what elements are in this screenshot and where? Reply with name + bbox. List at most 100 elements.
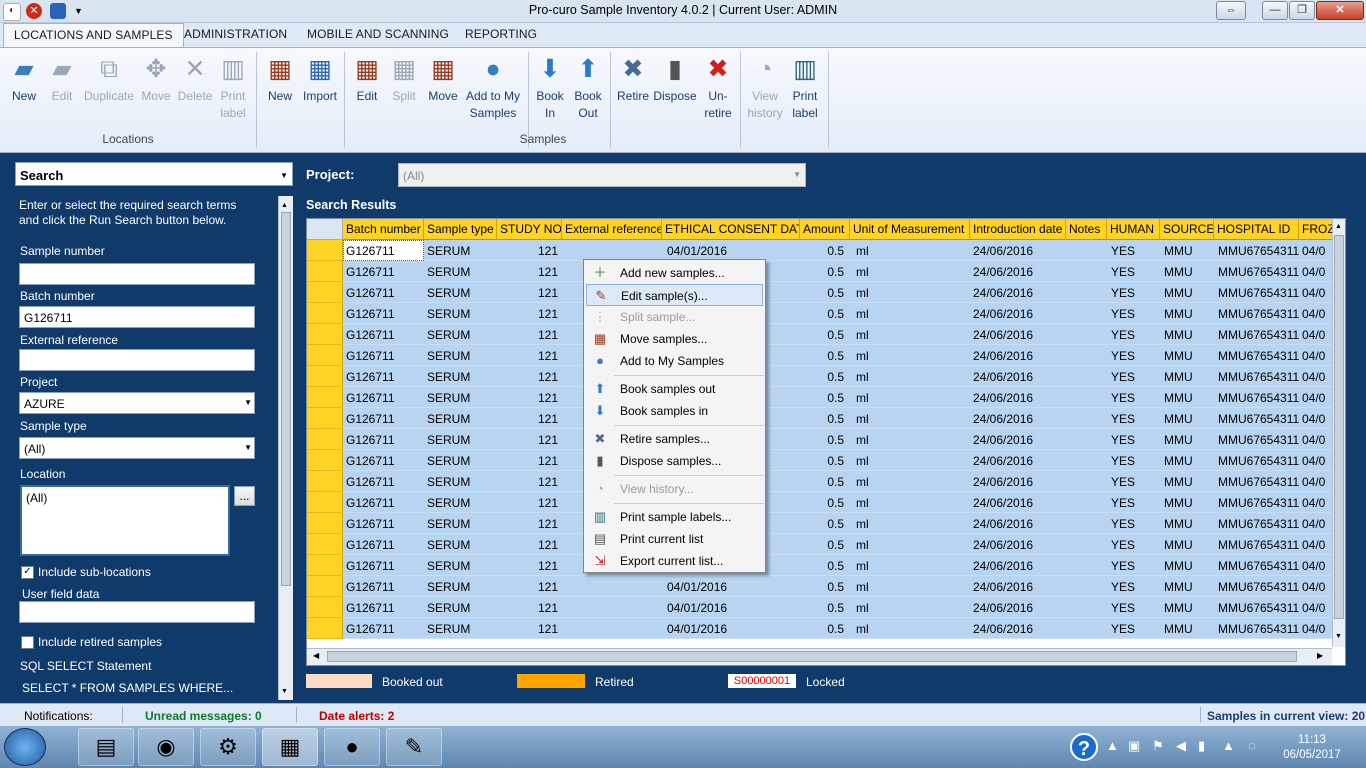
external-reference-input[interactable] (19, 349, 255, 371)
row-selector[interactable] (307, 408, 343, 429)
table-cell[interactable]: MMU (1164, 391, 1214, 405)
table-cell[interactable]: 0.5 (800, 622, 844, 636)
column-header[interactable]: Notes (1066, 219, 1107, 240)
split-button[interactable]: ▦ Split (387, 54, 421, 105)
table-cell[interactable]: YES (1111, 286, 1160, 300)
scroll-down-icon[interactable]: ▼ (1335, 633, 1342, 640)
menu-item[interactable]: ✎ Edit sample(s)... (586, 284, 763, 306)
table-cell[interactable]: MMU67654311 (1218, 622, 1299, 636)
table-cell[interactable]: 24/06/2016 (973, 286, 1065, 300)
drive-icon[interactable]: ▲ (1222, 738, 1235, 753)
include-retired-checkbox[interactable] (21, 636, 34, 649)
table-cell[interactable]: SERUM (427, 622, 496, 636)
table-cell[interactable]: MMU67654311 (1218, 475, 1299, 489)
table-row[interactable]: G126711 SERUM 121 0.5 ml 24/06/2016 YES MMU MMU6… (307, 534, 1345, 555)
table-cell[interactable]: SERUM (427, 265, 496, 279)
table-cell[interactable]: G126711 (346, 286, 423, 300)
table-row[interactable]: G126711 SERUM 121 0.5 ml 24/06/2016 YES MMU MMU6… (307, 366, 1345, 387)
table-cell[interactable]: YES (1111, 265, 1160, 279)
column-header[interactable]: Sample type (424, 219, 497, 240)
table-cell[interactable]: G126711 (346, 517, 423, 531)
table-cell[interactable]: 0.5 (800, 475, 844, 489)
table-cell[interactable]: G126711 (346, 496, 423, 510)
tab-reporting[interactable]: REPORTING (465, 27, 537, 41)
table-row[interactable]: G126711 SERUM 121 0.5 ml 24/06/2016 YES MMU MMU6… (307, 324, 1345, 345)
table-cell[interactable]: 0.5 (800, 538, 844, 552)
table-cell[interactable]: ml (856, 286, 972, 300)
include-sublocations-checkbox[interactable]: ✓ (21, 566, 34, 579)
table-row[interactable]: G126711 SERUM 121 04/01/2016 0.5 ml 24/06/2016… (307, 576, 1345, 597)
table-cell[interactable]: 24/06/2016 (973, 454, 1065, 468)
column-header[interactable]: SOURCE (1160, 219, 1214, 240)
table-cell[interactable]: YES (1111, 538, 1160, 552)
table-cell[interactable]: MMU67654311 (1218, 454, 1299, 468)
table-cell[interactable]: 0.5 (800, 433, 844, 447)
table-row[interactable]: G126711 SERUM 121 0.5 ml 24/06/2016 YES MMU MMU6… (307, 450, 1345, 471)
table-cell[interactable]: 121 (497, 475, 558, 489)
book-out-button[interactable]: ⬆ Book Out (570, 54, 606, 122)
location-move-button[interactable]: ✥ Move (138, 54, 174, 105)
table-cell[interactable]: MMU67654311 (1218, 580, 1299, 594)
minimize-button[interactable]: — (1262, 1, 1288, 20)
table-cell[interactable]: G126711 (346, 601, 423, 615)
paint-icon[interactable]: ✎ (386, 728, 442, 766)
menu-item[interactable]: ▤ Print current list (586, 528, 763, 550)
table-cell[interactable]: MMU (1164, 454, 1214, 468)
search-panel-scrollbar[interactable]: ▲ ▼ (278, 196, 293, 700)
sample-number-input[interactable] (19, 263, 255, 285)
maximize-button[interactable]: ❐ (1289, 1, 1315, 20)
table-cell[interactable]: MMU (1164, 328, 1214, 342)
table-cell[interactable]: 24/06/2016 (973, 622, 1065, 636)
table-cell[interactable]: 0.5 (800, 559, 844, 573)
location-new-button[interactable]: ▰ New (4, 54, 44, 105)
table-row[interactable]: G126711 SERUM 121 0.5 ml 24/06/2016 YES MMU MMU6… (307, 303, 1345, 324)
scroll-right-icon[interactable]: ▶ (1317, 651, 1323, 660)
table-cell[interactable]: ml (856, 433, 972, 447)
location-print-label-button[interactable]: ▥ Print label (214, 54, 252, 122)
table-cell[interactable]: MMU (1164, 286, 1214, 300)
menu-item[interactable]: ＋ Add new samples... (586, 262, 763, 284)
network-icon[interactable]: ▮ (1198, 738, 1205, 754)
row-selector[interactable] (307, 324, 343, 345)
table-cell[interactable]: 24/06/2016 (973, 265, 1065, 279)
table-cell[interactable]: MMU (1164, 622, 1214, 636)
tab-mobile-and-scanning[interactable]: MOBILE AND SCANNING (307, 27, 449, 41)
grid-horizontal-scrollbar[interactable]: ◀ ▶ (307, 648, 1332, 665)
table-cell[interactable]: YES (1111, 517, 1160, 531)
project-filter-select[interactable]: (All) ▼ (398, 163, 806, 187)
menu-item[interactable]: ◔ View history... (586, 478, 763, 500)
sync-icon[interactable]: ◌ (1248, 738, 1256, 753)
unretire-button[interactable]: ✖ Un-retire (700, 54, 736, 122)
table-cell[interactable]: 24/06/2016 (973, 538, 1065, 552)
table-cell[interactable]: SERUM (427, 391, 496, 405)
table-row[interactable]: G126711 SERUM 121 0.5 ml 24/06/2016 YES MMU MMU6… (307, 555, 1345, 576)
menu-item[interactable]: ▮ Dispose samples... (586, 450, 763, 472)
table-row[interactable]: G126711 SERUM 121 0.5 ml 24/06/2016 YES MMU MMU6… (307, 345, 1345, 366)
table-cell[interactable]: MMU (1164, 412, 1214, 426)
table-cell[interactable]: G126711 (346, 475, 423, 489)
table-cell[interactable]: SERUM (427, 601, 496, 615)
scroll-down-icon[interactable]: ▼ (281, 688, 288, 695)
table-cell[interactable]: MMU (1164, 517, 1214, 531)
tab-administration[interactable]: ADMINISTRATION (184, 27, 287, 41)
table-cell[interactable]: YES (1111, 370, 1160, 384)
table-cell[interactable]: 24/06/2016 (973, 328, 1065, 342)
table-cell[interactable]: ml (856, 412, 972, 426)
table-cell[interactable]: YES (1111, 433, 1160, 447)
table-row[interactable]: G126711 SERUM 121 04/01/2016 0.5 ml 24/06/2016… (307, 618, 1345, 639)
table-cell[interactable]: SERUM (427, 328, 496, 342)
table-cell[interactable]: G126711 (346, 370, 423, 384)
table-cell[interactable]: 121 (497, 538, 558, 552)
table-cell[interactable]: 121 (497, 265, 558, 279)
sample-new-button[interactable]: ▦ New (262, 54, 298, 105)
table-cell[interactable]: 0.5 (800, 265, 844, 279)
table-cell[interactable]: G126711 (346, 538, 423, 552)
location-edit-button[interactable]: ▰ Edit (44, 54, 80, 105)
table-cell[interactable]: MMU67654311 (1218, 433, 1299, 447)
table-row[interactable]: G126711 SERUM 121 0.5 ml 24/06/2016 YES MMU MMU6… (307, 471, 1345, 492)
table-cell[interactable]: 24/06/2016 (973, 475, 1065, 489)
clipboard-icon[interactable]: ▣ (1128, 738, 1140, 754)
table-cell[interactable]: MMU67654311 (1218, 349, 1299, 363)
row-selector[interactable] (307, 282, 343, 303)
table-cell[interactable]: 0.5 (800, 580, 844, 594)
